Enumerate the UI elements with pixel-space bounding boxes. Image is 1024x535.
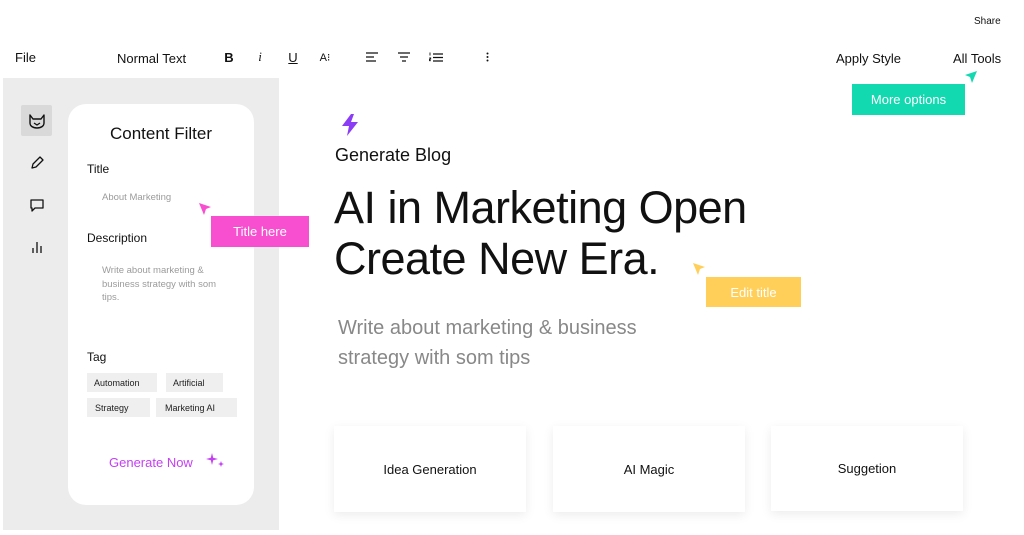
blog-headline[interactable]: AI in Marketing Open Create New Era. <box>334 182 747 284</box>
feature-label: Suggetion <box>837 461 897 476</box>
title-here-callout: Title here <box>211 216 309 247</box>
cursor-pointer-icon <box>965 71 977 83</box>
lightning-bolt-icon <box>342 114 358 136</box>
cat-logo-icon <box>28 113 45 129</box>
rail-analytics-button[interactable] <box>21 231 52 262</box>
feature-label: Idea Generation <box>383 461 477 477</box>
pencil-icon <box>30 155 44 169</box>
tag-chip[interactable]: Marketing AI <box>156 398 237 417</box>
tag-chip[interactable]: Automation <box>87 373 157 392</box>
sparkle-icon <box>206 453 224 467</box>
more-vertical-icon[interactable] <box>477 47 497 67</box>
tag-chip[interactable]: Strategy <box>87 398 150 417</box>
bold-button[interactable]: B <box>219 47 239 67</box>
suggestion-card[interactable]: Suggetion <box>771 426 963 511</box>
chat-bubble-icon <box>29 198 44 212</box>
file-menu[interactable]: File <box>15 50 36 65</box>
description-label: Description <box>87 231 148 245</box>
generate-now-button[interactable]: Generate Now <box>109 455 193 470</box>
title-label: Title <box>87 162 110 176</box>
align-left-icon[interactable] <box>362 47 382 67</box>
underline-button[interactable]: U <box>283 47 303 67</box>
card-title: Content Filter <box>109 124 213 143</box>
bar-chart-icon <box>31 241 42 253</box>
ai-magic-card[interactable]: AI Magic <box>553 426 745 512</box>
share-button[interactable]: Share <box>974 16 1001 27</box>
tag-chip[interactable]: Artificial <box>166 373 223 392</box>
title-input[interactable]: About Marketing <box>102 191 232 205</box>
cursor-pointer-icon <box>199 203 211 215</box>
headline-line-1: AI in Marketing Open <box>334 182 747 233</box>
align-center-icon[interactable] <box>394 47 414 67</box>
text-style-dropdown[interactable]: Normal Text <box>117 51 186 66</box>
edit-title-callout: Edit title <box>706 277 801 307</box>
feature-label: AI Magic <box>623 461 675 477</box>
blog-description[interactable]: Write about marketing & business strateg… <box>338 313 698 373</box>
tag-label: Tag <box>87 350 107 364</box>
idea-generation-card[interactable]: Idea Generation <box>334 426 526 512</box>
more-options-callout: More options <box>852 84 965 115</box>
numbered-list-icon[interactable] <box>426 47 446 67</box>
cursor-pointer-icon <box>693 263 705 275</box>
rail-edit-button[interactable] <box>21 147 52 178</box>
rail-chat-button[interactable] <box>21 189 52 220</box>
rail-home-button[interactable] <box>21 105 52 136</box>
all-tools-button[interactable]: All Tools <box>953 51 1001 66</box>
section-label: Generate Blog <box>335 145 452 165</box>
description-input[interactable]: Write about marketing & business strateg… <box>102 264 224 305</box>
headline-line-2: Create New Era. <box>334 233 660 284</box>
content-filter-card: Content Filter Title About Marketing Des… <box>68 104 254 505</box>
text-size-button[interactable]: A⁝ <box>315 47 335 67</box>
apply-style-button[interactable]: Apply Style <box>836 51 901 66</box>
italic-button[interactable]: i <box>250 47 270 67</box>
